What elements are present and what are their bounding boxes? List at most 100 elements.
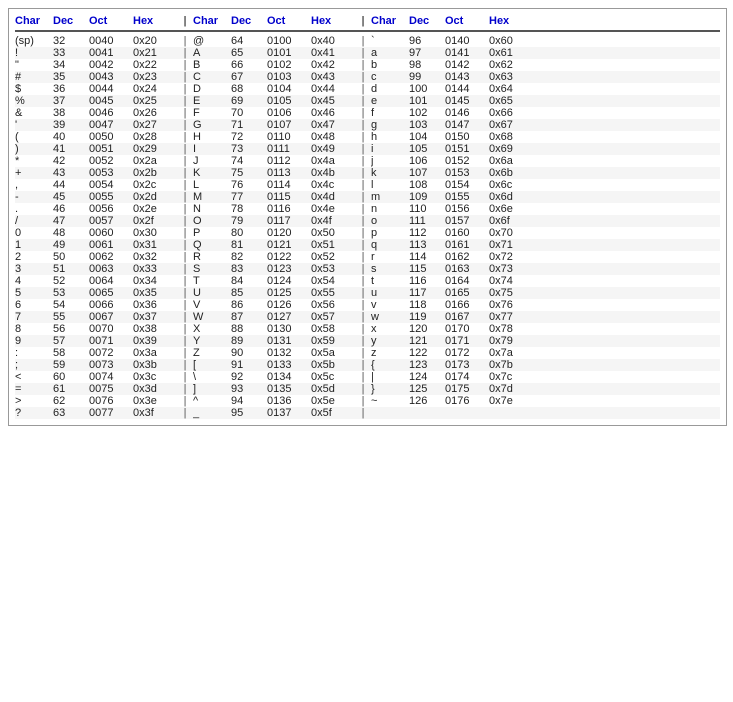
cell-hex: 0x6a xyxy=(489,155,533,167)
separator: | xyxy=(355,359,371,371)
cell-hex: 0x3a xyxy=(133,347,177,359)
cell-dec: 49 xyxy=(53,239,89,251)
cell-hex: 0x24 xyxy=(133,83,177,95)
cell-hex: 0x48 xyxy=(311,131,355,143)
separator: | xyxy=(355,251,371,263)
cell-dec: 63 xyxy=(53,407,89,419)
cell-oct: 0174 xyxy=(445,371,489,383)
cell-hex: 0x6c xyxy=(489,179,533,191)
cell-dec: 33 xyxy=(53,47,89,59)
separator: | xyxy=(177,347,193,359)
cell-oct: 0127 xyxy=(267,311,311,323)
cell-dec: 51 xyxy=(53,263,89,275)
separator: | xyxy=(177,371,193,383)
cell-hex: 0x5d xyxy=(311,383,355,395)
cell-oct: 0147 xyxy=(445,119,489,131)
cell-char: D xyxy=(193,83,231,95)
cell-dec: 70 xyxy=(231,107,267,119)
cell-oct: 0117 xyxy=(267,215,311,227)
cell-dec: 32 xyxy=(53,35,89,47)
separator: | xyxy=(177,251,193,263)
separator: | xyxy=(177,119,193,131)
cell-char: y xyxy=(371,335,409,347)
cell-dec: 113 xyxy=(409,239,445,251)
cell-hex: 0x72 xyxy=(489,251,533,263)
cell-hex xyxy=(489,407,533,419)
cell-hex: 0x64 xyxy=(489,83,533,95)
cell-oct: 0132 xyxy=(267,347,311,359)
cell-char: J xyxy=(193,155,231,167)
header-row: CharDecOctHex|CharDecOctHex|CharDecOctHe… xyxy=(15,15,720,32)
table-row: )4100510x29|I7301110x49|i10501510x69 xyxy=(15,143,720,155)
cell-dec: 115 xyxy=(409,263,445,275)
cell-dec: 102 xyxy=(409,107,445,119)
cell-char: N xyxy=(193,203,231,215)
separator: | xyxy=(177,131,193,143)
cell-hex: 0x6b xyxy=(489,167,533,179)
col-header-oct: Oct xyxy=(267,15,311,27)
cell-oct: 0077 xyxy=(89,407,133,419)
col-header-hex: Hex xyxy=(489,15,533,27)
cell-hex: 0x7b xyxy=(489,359,533,371)
cell-hex: 0x41 xyxy=(311,47,355,59)
cell-hex: 0x50 xyxy=(311,227,355,239)
cell-dec: 37 xyxy=(53,95,89,107)
cell-hex: 0x69 xyxy=(489,143,533,155)
cell-oct: 0075 xyxy=(89,383,133,395)
cell-oct: 0063 xyxy=(89,263,133,275)
separator: | xyxy=(177,335,193,347)
cell-dec: 97 xyxy=(409,47,445,59)
cell-hex: 0x46 xyxy=(311,107,355,119)
cell-dec: 111 xyxy=(409,215,445,227)
cell-hex: 0x79 xyxy=(489,335,533,347)
cell-char: O xyxy=(193,215,231,227)
cell-oct: 0042 xyxy=(89,59,133,71)
table-row: .4600560x2e|N7801160x4e|n11001560x6e xyxy=(15,203,720,215)
cell-oct: 0145 xyxy=(445,95,489,107)
cell-dec: 42 xyxy=(53,155,89,167)
cell-hex: 0x57 xyxy=(311,311,355,323)
table-row: <6000740x3c|\9201340x5c||12401740x7c xyxy=(15,371,720,383)
cell-hex: 0x2a xyxy=(133,155,177,167)
cell-dec: 67 xyxy=(231,71,267,83)
separator: | xyxy=(177,155,193,167)
cell-char: V xyxy=(193,299,231,311)
cell-dec: 59 xyxy=(53,359,89,371)
cell-oct: 0121 xyxy=(267,239,311,251)
cell-dec: 65 xyxy=(231,47,267,59)
separator: | xyxy=(355,239,371,251)
cell-oct: 0110 xyxy=(267,131,311,143)
cell-char: } xyxy=(371,383,409,395)
cell-oct: 0137 xyxy=(267,407,311,419)
cell-hex: 0x74 xyxy=(489,275,533,287)
cell-oct: 0136 xyxy=(267,395,311,407)
cell-dec: 125 xyxy=(409,383,445,395)
cell-hex: 0x23 xyxy=(133,71,177,83)
cell-hex: 0x76 xyxy=(489,299,533,311)
cell-dec: 66 xyxy=(231,59,267,71)
cell-char: 1 xyxy=(15,239,53,251)
cell-char: k xyxy=(371,167,409,179)
cell-char: m xyxy=(371,191,409,203)
cell-oct: 0120 xyxy=(267,227,311,239)
separator: | xyxy=(355,263,371,275)
cell-dec: 44 xyxy=(53,179,89,191)
cell-char: _ xyxy=(193,407,231,419)
cell-oct: 0104 xyxy=(267,83,311,95)
cell-dec: 110 xyxy=(409,203,445,215)
cell-char: u xyxy=(371,287,409,299)
cell-dec: 86 xyxy=(231,299,267,311)
cell-hex: 0x53 xyxy=(311,263,355,275)
cell-dec: 108 xyxy=(409,179,445,191)
cell-oct: 0040 xyxy=(89,35,133,47)
cell-hex: 0x44 xyxy=(311,83,355,95)
cell-char: E xyxy=(193,95,231,107)
col-header-dec: Dec xyxy=(409,15,445,27)
cell-dec: 120 xyxy=(409,323,445,335)
cell-char: < xyxy=(15,371,53,383)
cell-char: # xyxy=(15,71,53,83)
table-row: 85600700x38|X8801300x58|x12001700x78 xyxy=(15,323,720,335)
cell-oct: 0057 xyxy=(89,215,133,227)
cell-dec: 116 xyxy=(409,275,445,287)
cell-dec: 126 xyxy=(409,395,445,407)
